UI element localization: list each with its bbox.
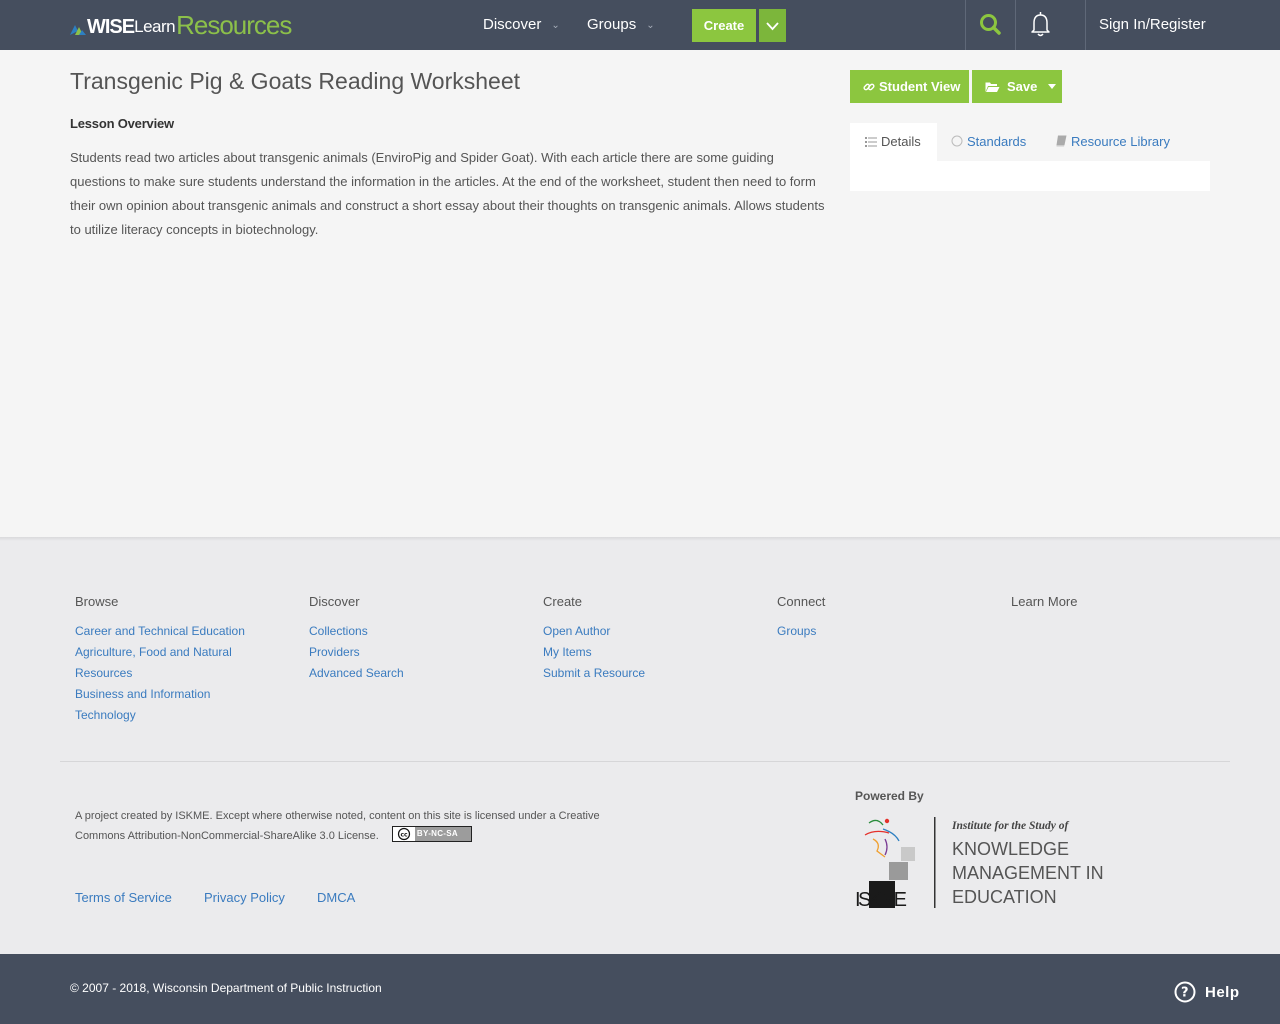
list-item: Agriculture, Food and Natural Resources — [75, 642, 265, 684]
footer-column-title-create: Create — [543, 594, 583, 609]
lesson-overview-heading: Lesson Overview — [70, 116, 174, 131]
chevron-down-icon — [766, 22, 779, 31]
list-item: Groups — [777, 621, 967, 642]
resource-tabs: Details Standards Resource Library — [850, 123, 1210, 161]
footer-column-title-discover: Discover — [309, 594, 360, 609]
nav-groups[interactable]: Groups ⌄ — [587, 0, 655, 50]
details-tab-panel — [850, 161, 1210, 191]
list-item: Advanced Search — [309, 663, 499, 684]
footer-link-groups[interactable]: Groups — [777, 624, 816, 638]
wiselearn-logo-icon — [70, 25, 86, 35]
page-title: Transgenic Pig & Goats Reading Worksheet — [70, 68, 521, 94]
tab-resource-library[interactable]: Resource Library — [1056, 123, 1170, 161]
folder-open-icon — [985, 82, 1000, 92]
search-button[interactable] — [966, 0, 1016, 50]
list-item: My Items — [543, 642, 733, 663]
footer-discover-list: Collections Providers Advanced Search — [309, 621, 499, 684]
privacy-policy-link[interactable]: Privacy Policy — [204, 889, 285, 907]
dmca-link[interactable]: DMCA — [317, 889, 355, 907]
student-view-label: Student View — [879, 79, 961, 94]
tab-standards-label: Standards — [967, 134, 1027, 149]
iskme-line-3: EDUCATION — [952, 887, 1057, 907]
list-item: Open Author — [543, 621, 733, 642]
tab-standards[interactable]: Standards — [951, 123, 1026, 161]
tab-details[interactable]: Details — [850, 123, 937, 161]
footer-connect-list: Groups — [777, 621, 967, 642]
footer-link-advanced-search[interactable]: Advanced Search — [309, 666, 404, 680]
link-icon — [863, 83, 875, 90]
iskme-mark-text: ISKME — [855, 889, 907, 909]
footer-link-business-it[interactable]: Business and Information Technology — [75, 687, 210, 722]
footer-column-title-browse: Browse — [75, 594, 119, 609]
iskme-line-1: KNOWLEDGE — [952, 839, 1069, 859]
iskme-tagline: Institute for the Study of — [951, 820, 1069, 832]
list-item: Providers — [309, 642, 499, 663]
footer-create-list: Open Author My Items Submit a Resource — [543, 621, 733, 684]
circle-icon — [951, 135, 963, 147]
footer-column-title-learn-more: Learn More — [1011, 594, 1078, 609]
nav-groups-label: Groups — [587, 16, 637, 33]
create-button[interactable]: Create — [692, 9, 756, 42]
top-nav-bar: WISE Learn Resources Discover ⌄ Groups ⌄ Cre… — [0, 0, 1280, 50]
logo-text-learn: Learn — [134, 17, 176, 36]
footer-top-shadow — [0, 537, 1280, 541]
logo-text-resources: Resources — [176, 10, 292, 40]
sign-in-register-link[interactable]: Sign In/Register — [1099, 0, 1206, 50]
license-text: A project created by ISKME. Except where… — [75, 810, 600, 842]
cc-badge-text: BY-NC-SA — [416, 829, 458, 838]
footer-divider — [60, 761, 1230, 762]
footer-column-title-connect: Connect — [777, 594, 826, 609]
lesson-overview-text: Students read two articles about transge… — [70, 150, 825, 237]
search-icon — [980, 14, 1001, 35]
footer-link-my-items[interactable]: My Items — [543, 645, 592, 659]
list-item: Collections — [309, 621, 499, 642]
iskme-logo[interactable]: ISKME Institute for the Study of KNOWLED… — [855, 817, 1115, 911]
chevron-down-icon: ⌄ — [551, 20, 560, 31]
footer-link-providers[interactable]: Providers — [309, 645, 360, 659]
chevron-down-icon: ⌄ — [646, 20, 655, 31]
footer-link-collections[interactable]: Collections — [309, 624, 368, 638]
caret-down-icon — [1048, 84, 1057, 89]
footer-link-submit-resource[interactable]: Submit a Resource — [543, 666, 645, 680]
list-item: Business and Information Technology — [75, 684, 265, 726]
copyright-text: © 2007 - 2018, Wisconsin Department of P… — [70, 981, 382, 995]
notifications-button[interactable] — [1016, 0, 1066, 50]
nav-discover[interactable]: Discover ⌄ — [483, 0, 560, 50]
tab-details-label: Details — [881, 134, 921, 149]
footer-link-agriculture[interactable]: Agriculture, Food and Natural Resources — [75, 645, 232, 680]
svg-text:?: ? — [1181, 986, 1189, 1001]
logo-text-wise: WISE — [87, 16, 135, 38]
tab-resource-library-label: Resource Library — [1071, 134, 1170, 149]
bell-icon — [1031, 12, 1050, 37]
site-logo[interactable]: WISE Learn Resources — [70, 10, 292, 40]
license-notice: A project created by ISKME. Except where… — [75, 806, 635, 846]
nav-divider — [1085, 0, 1086, 50]
terms-of-service-link[interactable]: Terms of Service — [75, 889, 172, 907]
creative-commons-badge[interactable]: cc BY-NC-SA — [391, 826, 472, 842]
save-button[interactable]: Save — [972, 70, 1062, 103]
iskme-line-2: MANAGEMENT IN — [952, 863, 1104, 883]
footer-browse-list: Career and Technical Education Agricultu… — [75, 621, 265, 726]
list-item: Career and Technical Education — [75, 621, 265, 642]
list-item: Submit a Resource — [543, 663, 733, 684]
save-label: Save — [1007, 79, 1038, 94]
nav-discover-label: Discover — [483, 16, 542, 33]
question-circle-icon: ? — [1174, 981, 1196, 1003]
cc-logo-icon: cc — [397, 827, 411, 841]
list-icon — [865, 137, 877, 147]
svg-text:cc: cc — [400, 831, 408, 838]
help-label: Help — [1205, 983, 1240, 1001]
footer-link-career-technical-education[interactable]: Career and Technical Education — [75, 624, 245, 638]
create-dropdown-button[interactable] — [759, 9, 786, 42]
powered-by-label: Powered By — [855, 789, 924, 803]
student-view-button[interactable]: Student View — [850, 70, 969, 103]
footer-link-open-author[interactable]: Open Author — [543, 624, 610, 638]
help-button[interactable]: ? Help — [1174, 980, 1240, 1004]
book-icon — [1056, 135, 1067, 147]
iskme-logo-graphic: ISKME Institute for the Study of KNOWLED… — [855, 817, 1104, 911]
